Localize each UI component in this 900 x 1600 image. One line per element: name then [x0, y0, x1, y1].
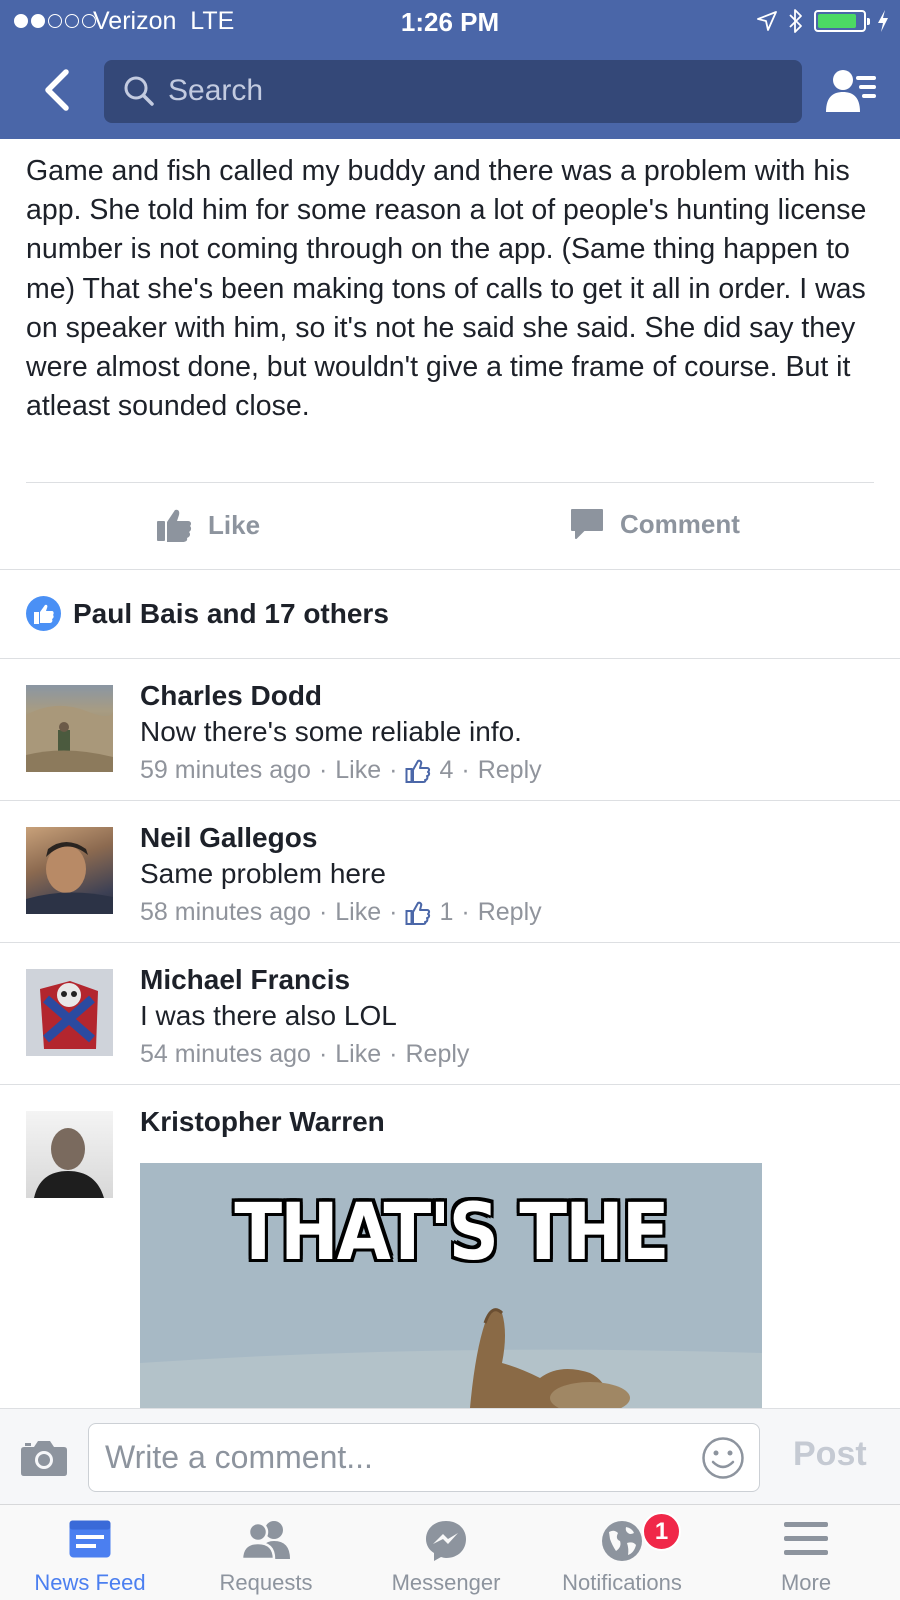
- divider: [0, 1084, 900, 1085]
- tab-bar: News Feed Requests Messenger Notificatio…: [0, 1504, 900, 1600]
- divider: [0, 800, 900, 801]
- like-button[interactable]: Like: [156, 507, 260, 543]
- comment-text: I was there also LOL: [140, 1000, 397, 1031]
- requests-icon: [240, 1521, 290, 1559]
- nav-row: Search: [0, 44, 900, 139]
- comment-bubble-icon: [571, 509, 603, 539]
- comment-like-count: 4: [439, 756, 454, 784]
- thumbs-up-outline-icon: [405, 759, 431, 783]
- tab-label: Notifications: [562, 1570, 682, 1595]
- post-actions: Like Comment: [0, 483, 900, 569]
- search-icon: [124, 76, 154, 106]
- avatar[interactable]: [26, 1111, 113, 1198]
- comment-input[interactable]: [105, 1424, 685, 1490]
- more-menu-icon: [784, 1522, 828, 1555]
- battery-icon: [814, 10, 870, 32]
- comment-button[interactable]: Comment: [570, 507, 740, 541]
- comment-like-link[interactable]: Like: [335, 756, 381, 785]
- comment-reply-link[interactable]: Reply: [405, 1040, 469, 1069]
- search-placeholder: Search: [168, 74, 264, 107]
- charging-bolt-icon: [878, 10, 888, 32]
- location-arrow-icon: [757, 11, 777, 31]
- thumbs-up-icon: [157, 509, 192, 542]
- post-button[interactable]: Post: [793, 1435, 867, 1474]
- comment-composer: Post: [0, 1408, 900, 1504]
- reactions-summary[interactable]: Paul Bais and 17 others: [26, 596, 389, 631]
- comment-reply-link[interactable]: Reply: [478, 898, 542, 927]
- comment-text: Now there's some reliable info.: [140, 716, 522, 747]
- comment-timestamp: 59 minutes ago: [140, 756, 311, 784]
- comment-label: Comment: [620, 508, 740, 539]
- like-reaction-icon: [26, 596, 61, 631]
- notification-badge: 1: [642, 1512, 681, 1551]
- tab-label: Requests: [219, 1570, 313, 1595]
- comment-timestamp: 58 minutes ago: [140, 898, 311, 926]
- divider: [0, 658, 900, 659]
- comment-timestamp: 54 minutes ago: [140, 1040, 311, 1068]
- divider: [0, 942, 900, 943]
- emoji-icon[interactable]: [701, 1436, 745, 1480]
- messenger-icon: [426, 1521, 466, 1561]
- comment-like-link[interactable]: Like: [335, 898, 381, 927]
- news-feed-icon: [69, 1520, 111, 1558]
- reactions-text: Paul Bais and 17 others: [73, 597, 389, 629]
- thumbs-up-outline-icon: [405, 901, 431, 925]
- tab-more[interactable]: More: [716, 1505, 896, 1600]
- meme-caption: THAT'S THE: [234, 1186, 669, 1278]
- tab-news-feed[interactable]: News Feed: [0, 1505, 180, 1600]
- tab-label: Messenger: [391, 1570, 501, 1595]
- comment-meme-image[interactable]: THAT'S THE: [140, 1163, 762, 1408]
- avatar[interactable]: [26, 827, 113, 914]
- avatar[interactable]: [26, 969, 113, 1056]
- comment-like-count: 1: [439, 898, 454, 926]
- comment-author[interactable]: Neil Gallegos: [140, 822, 317, 854]
- status-bar: Verizon LTE 1:26 PM: [0, 0, 900, 44]
- divider: [0, 569, 900, 570]
- comment-author[interactable]: Kristopher Warren: [140, 1106, 385, 1138]
- comment-author[interactable]: Charles Dodd: [140, 680, 322, 712]
- tab-messenger[interactable]: Messenger: [356, 1505, 536, 1600]
- notifications-globe-icon: [602, 1521, 642, 1561]
- tab-label: More: [780, 1570, 832, 1595]
- camera-icon[interactable]: [20, 1439, 68, 1477]
- post-body-text: Game and fish called my buddy and there …: [26, 155, 867, 423]
- friend-list-icon[interactable]: [826, 68, 878, 114]
- top-bar: Verizon LTE 1:26 PM Search: [0, 0, 900, 139]
- like-label: Like: [208, 509, 261, 540]
- comment-like-link[interactable]: Like: [335, 1040, 381, 1069]
- avatar[interactable]: [26, 685, 113, 772]
- comment-author[interactable]: Michael Francis: [140, 964, 350, 996]
- tab-notifications[interactable]: Notifications: [532, 1505, 712, 1600]
- bluetooth-icon: [789, 9, 802, 33]
- search-bar[interactable]: Search: [104, 60, 802, 123]
- tab-requests[interactable]: Requests: [176, 1505, 356, 1600]
- back-chevron-icon[interactable]: [38, 66, 78, 114]
- comment-input-box[interactable]: [88, 1423, 760, 1492]
- tab-label: News Feed: [34, 1570, 146, 1595]
- comment-text: Same problem here: [140, 858, 386, 889]
- comment-reply-link[interactable]: Reply: [478, 756, 542, 785]
